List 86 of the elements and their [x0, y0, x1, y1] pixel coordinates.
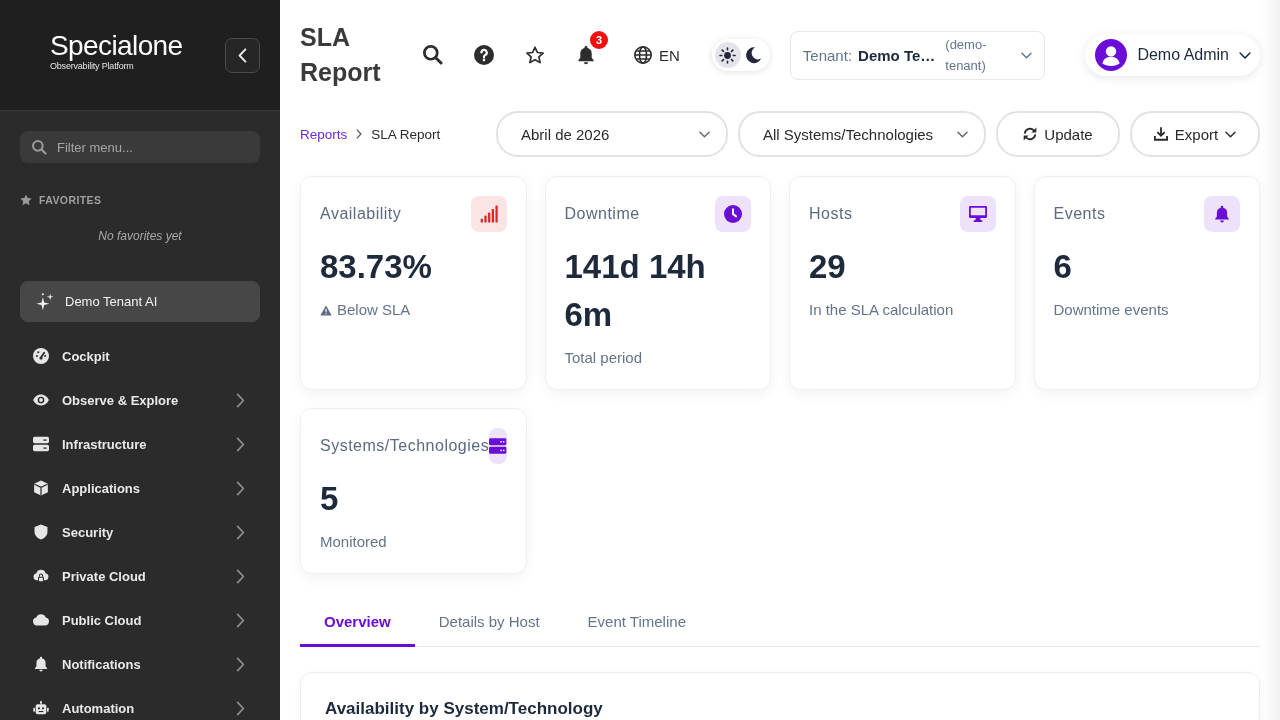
- chevron-right-icon: [236, 524, 245, 540]
- refresh-icon: [1023, 127, 1038, 141]
- notification-count: 3: [590, 31, 608, 49]
- tenant-name: Demo Te…: [858, 46, 936, 64]
- panel-title: Availability by System/Technology: [325, 698, 604, 720]
- dropdown-select[interactable]: All Systems/Technologies: [738, 111, 986, 157]
- stat-value: 83.73%: [320, 247, 433, 287]
- page-title: SLA Report: [300, 22, 382, 88]
- stat-title: Availability: [320, 205, 402, 223]
- chevron-down-icon: [1020, 51, 1032, 59]
- collapse-sidebar-button[interactable]: [225, 37, 260, 73]
- globe-icon: [634, 46, 652, 64]
- tab[interactable]: Details by Host: [414, 599, 564, 647]
- tab[interactable]: Overview: [300, 599, 415, 647]
- nav-item[interactable]: Automation: [20, 686, 260, 720]
- stat-value: 141d 14h 6m: [564, 247, 707, 335]
- stat-note: In the SLA calculation: [809, 300, 954, 320]
- chevron-right-icon: [356, 129, 363, 139]
- search-icon[interactable]: [423, 45, 443, 65]
- chevron-right-icon: [236, 436, 245, 452]
- breadcrumb-link[interactable]: Reports: [300, 126, 348, 142]
- logo-tagline: Observability Platform: [50, 60, 134, 72]
- user-menu[interactable]: Demo Admin: [1085, 34, 1260, 76]
- star-icon[interactable]: [525, 45, 545, 65]
- chevron-right-icon: [236, 700, 245, 716]
- moon-icon: [745, 46, 763, 64]
- cloud-lock-icon: [33, 568, 49, 584]
- chevron-down-icon: [957, 130, 968, 138]
- robot-icon: [33, 700, 49, 716]
- action-button[interactable]: Update: [996, 111, 1120, 157]
- empty-favorites-text: No favorites yet: [97, 228, 183, 244]
- gauge-icon: [33, 348, 49, 364]
- sparkle-icon: [36, 292, 54, 311]
- star-icon: [20, 194, 32, 206]
- logo-wordmark: Specialone: [50, 30, 183, 61]
- nav-item[interactable]: Public Cloud: [20, 598, 260, 642]
- chevron-left-icon: [238, 47, 247, 63]
- ai-assistant-button[interactable]: Demo Tenant AI: [20, 281, 260, 322]
- chevron-right-icon: [236, 612, 245, 628]
- tenant-slug: (demo-tenant): [945, 36, 988, 75]
- chevron-down-icon: [699, 130, 710, 138]
- chevron-down-icon: [1225, 130, 1237, 138]
- eye-icon: [33, 392, 49, 408]
- stat-note: Below SLA: [337, 300, 411, 320]
- nav-item[interactable]: Security: [20, 510, 260, 554]
- tab[interactable]: Event Timeline: [563, 599, 710, 647]
- nav-item[interactable]: Private Cloud: [20, 554, 260, 598]
- avatar-icon: [1095, 39, 1128, 71]
- cloud-icon: [33, 612, 49, 628]
- breadcrumb-current: SLA Report: [371, 126, 441, 142]
- help-icon[interactable]: [474, 45, 494, 65]
- nav-item[interactable]: Applications: [20, 466, 260, 510]
- cube-icon: [33, 480, 49, 496]
- stat-title: Events: [1053, 205, 1106, 223]
- nav-item[interactable]: Notifications: [20, 642, 260, 686]
- nav-item[interactable]: Observe & Explore: [20, 378, 260, 422]
- tenant-label: Tenant:: [802, 46, 853, 64]
- server-icon: [33, 436, 49, 452]
- chevron-right-icon: [236, 656, 245, 672]
- stat-title: Hosts: [809, 205, 853, 223]
- stat-value: 29: [809, 247, 847, 287]
- sun-icon: [719, 46, 737, 64]
- favorites-heading: FAVORITES: [39, 194, 102, 206]
- action-button[interactable]: Export: [1130, 111, 1260, 157]
- nav-item[interactable]: Cockpit: [20, 334, 260, 378]
- shield-icon: [33, 524, 49, 540]
- download-icon: [1153, 127, 1168, 141]
- bell-icon: [33, 656, 49, 672]
- stat-value: 5: [320, 479, 340, 519]
- dropdown-select[interactable]: Abril de 2026: [496, 111, 728, 157]
- stat-note: Downtime events: [1053, 300, 1169, 320]
- stat-note: Total period: [564, 348, 643, 368]
- search-icon: [32, 140, 47, 155]
- stat-note: Monitored: [320, 532, 387, 552]
- stat-title: Systems/Technologies: [320, 437, 490, 455]
- filter-field[interactable]: Filter menu...: [20, 131, 260, 163]
- chevron-right-icon: [236, 392, 245, 408]
- nav-item[interactable]: Infrastructure: [20, 422, 260, 466]
- theme-option[interactable]: [714, 42, 741, 68]
- chevron-down-icon: [1239, 51, 1251, 59]
- chevron-right-icon: [236, 568, 245, 584]
- stat-title: Downtime: [564, 205, 640, 223]
- bell-icon[interactable]: [576, 45, 596, 65]
- chevron-right-icon: [236, 480, 245, 496]
- stat-value: 6: [1053, 247, 1073, 287]
- language-button[interactable]: EN: [634, 46, 680, 64]
